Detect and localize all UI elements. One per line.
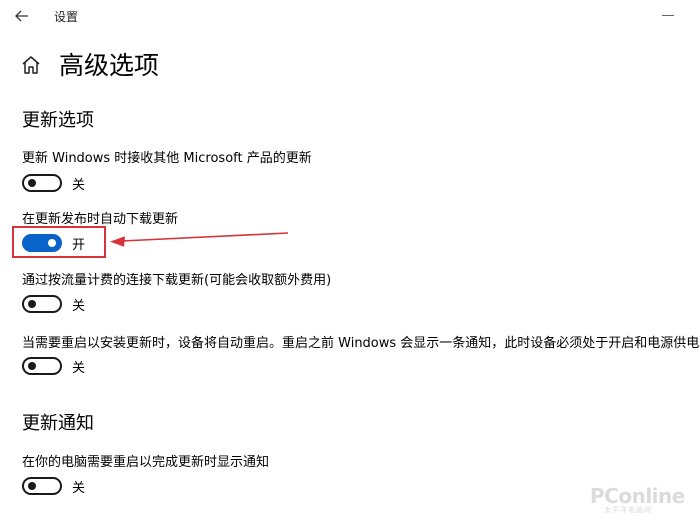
setting-label-auto-restart: 当需要重启以安装更新时，设备将自动重启。重启之前 Windows 会显示一条通知…: [22, 336, 700, 351]
toggle-switch[interactable]: [22, 174, 62, 192]
page-title: 高级选项: [59, 51, 160, 80]
home-icon[interactable]: [19, 53, 43, 77]
watermark-logo: PConline 太平洋电脑网: [590, 484, 694, 520]
toggle-state-label: 关: [72, 360, 86, 376]
back-arrow-icon[interactable]: [11, 5, 33, 27]
toggle-auto-restart[interactable]: 关: [22, 355, 85, 377]
toggle-state-label: 关: [72, 177, 86, 193]
toggle-knob: [28, 362, 36, 370]
title-bar: 设置: [0, 0, 700, 32]
setting-label-restart-notification: 在你的电脑需要重启以完成更新时显示通知: [22, 455, 270, 470]
annotation-arrow-icon: [110, 232, 289, 247]
window-title: 设置: [54, 10, 79, 24]
toggle-knob: [28, 482, 36, 490]
toggle-knob: [28, 179, 36, 187]
toggle-state-label: 关: [72, 298, 86, 314]
highlight-box: [12, 226, 106, 258]
section-title-update-notifications: 更新通知: [22, 413, 94, 434]
toggle-state-label: 关: [72, 480, 86, 496]
toggle-knob: [28, 300, 36, 308]
toggle-other-products[interactable]: 关: [22, 172, 85, 194]
setting-label-auto-download: 在更新发布时自动下载更新: [22, 212, 179, 227]
toggle-switch[interactable]: [22, 477, 62, 495]
setting-label-metered-connection: 通过按流量计费的连接下载更新(可能会收取额外费用): [22, 273, 332, 288]
toggle-switch[interactable]: [22, 357, 62, 375]
setting-label-other-products: 更新 Windows 时接收其他 Microsoft 产品的更新: [22, 151, 312, 166]
toggle-switch[interactable]: [22, 295, 62, 313]
section-title-update-options: 更新选项: [22, 110, 94, 131]
minimize-button[interactable]: [656, 10, 680, 22]
toggle-metered-connection[interactable]: 关: [22, 293, 85, 315]
toggle-restart-notification[interactable]: 关: [22, 475, 85, 497]
